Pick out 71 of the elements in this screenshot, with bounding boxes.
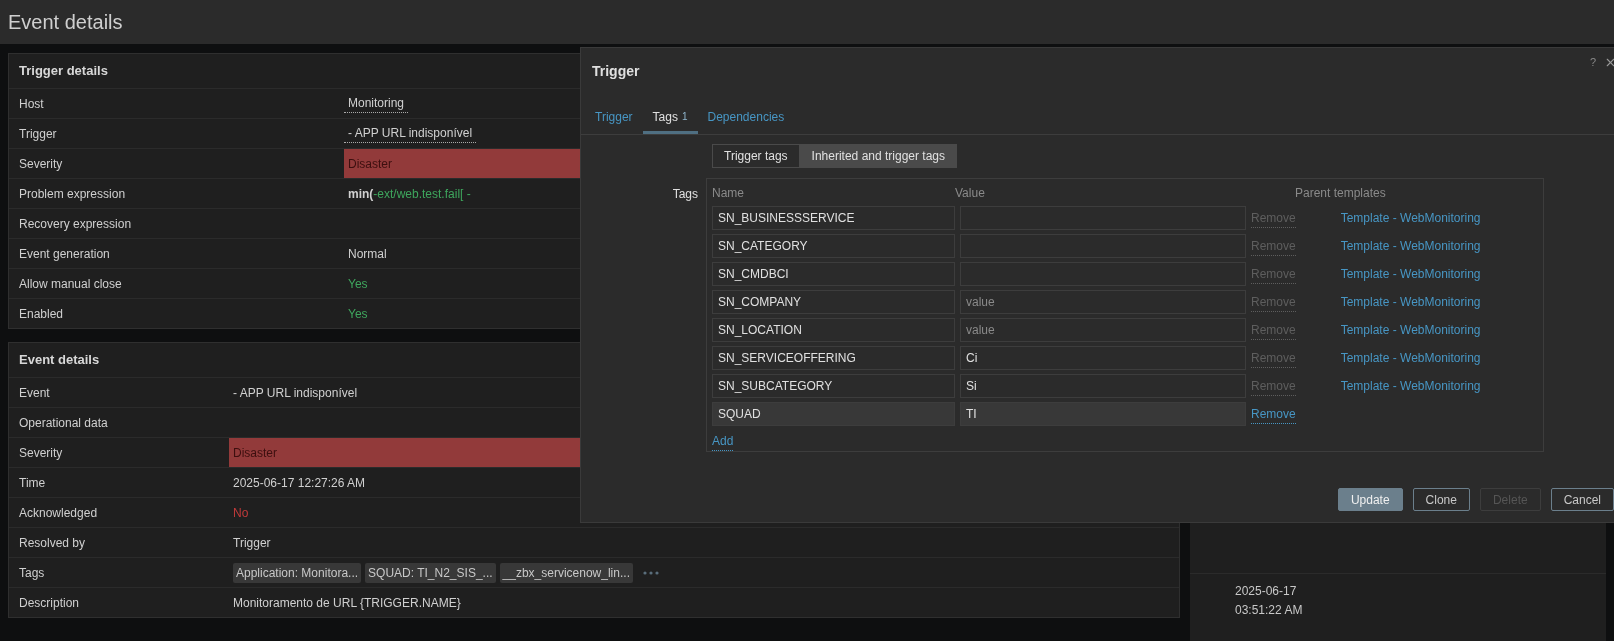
dialog-button[interactable]: Cancel xyxy=(1550,488,1614,511)
segment-button[interactable]: Trigger tags xyxy=(712,144,800,168)
time-text: 2025-06-17 03:51:22 AM xyxy=(1235,583,1304,619)
field-label: Trigger xyxy=(19,125,57,143)
tag-name-field[interactable]: SN_COMPANY xyxy=(712,290,955,314)
column-header: Name xyxy=(712,185,745,202)
tag-value-field[interactable]: TI xyxy=(960,402,1246,426)
field-label: Host xyxy=(19,95,44,113)
template-link[interactable]: Template - WebMonitoring xyxy=(1340,321,1481,339)
tag-chip[interactable]: SQUAD: TI_N2_SIS_... xyxy=(365,562,496,583)
tag-name-field[interactable]: SN_SERVICEOFFERING xyxy=(712,346,955,370)
value-text: - APP URL indisponível xyxy=(232,384,359,402)
dialog-tab[interactable]: Tags 1 xyxy=(642,102,698,134)
dialog-button[interactable]: Clone xyxy=(1412,488,1470,511)
dialog-tab[interactable]: Dependencies xyxy=(697,102,795,134)
field-label: Problem expression xyxy=(19,185,126,203)
add-link[interactable]: Add xyxy=(712,432,734,451)
template-link[interactable]: Template - WebMonitoring xyxy=(1340,209,1481,227)
field-label: Operational data xyxy=(19,414,108,432)
tag-name-field[interactable]: SN_BUSINESSSERVICE xyxy=(712,206,955,230)
tag-name-field[interactable]: SN_CMDBCI xyxy=(712,262,955,286)
field-label: Event generation xyxy=(19,245,110,263)
field-label: Enabled xyxy=(19,305,64,323)
template-link[interactable]: Template - WebMonitoring xyxy=(1340,293,1481,311)
tag-value-field[interactable]: Si xyxy=(960,374,1246,398)
help-button[interactable]: ? xyxy=(1589,54,1596,71)
tag-value-field[interactable]: value xyxy=(960,318,1246,342)
dialog-tab[interactable]: Trigger xyxy=(585,102,643,134)
value-text: Normal xyxy=(347,245,388,263)
segment-button[interactable]: Inherited and trigger tags xyxy=(799,144,957,168)
field-label: Resolved by xyxy=(19,534,86,552)
template-link[interactable]: Template - WebMonitoring xyxy=(1340,265,1481,283)
dialog-button[interactable]: Update xyxy=(1337,488,1403,511)
tag-name-field[interactable]: SN_LOCATION xyxy=(712,318,955,342)
value-text: Trigger xyxy=(232,534,272,552)
template-link[interactable]: Template - WebMonitoring xyxy=(1340,237,1481,255)
tag-name-field[interactable]: SN_SUBCATEGORY xyxy=(712,374,955,398)
status-text: Yes xyxy=(347,305,369,323)
field-label: Severity xyxy=(19,444,63,462)
tag-value-field[interactable]: Ci xyxy=(960,346,1246,370)
tag-chip[interactable]: Application: Monitora... xyxy=(233,562,362,583)
field-label: Severity xyxy=(19,155,63,173)
field-label: Event xyxy=(19,384,50,402)
value-text: 2025-06-17 12:27:26 AM xyxy=(232,474,367,492)
column-header: Value xyxy=(955,185,986,202)
panel-title: Event details xyxy=(19,351,100,370)
field-label: Tags xyxy=(19,564,45,582)
value-text: Monitoramento de URL {TRIGGER.NAME} xyxy=(232,594,462,612)
field-label: Allow manual close xyxy=(19,275,122,293)
tag-name-field[interactable]: SQUAD xyxy=(712,402,955,426)
status-text: No xyxy=(232,504,250,522)
template-link[interactable]: Template - WebMonitoring xyxy=(1340,377,1481,395)
page-title: Event details xyxy=(8,10,123,35)
field-label: Description xyxy=(19,594,80,612)
tag-value-field[interactable]: value xyxy=(960,290,1246,314)
link-text[interactable]: - APP URL indisponível xyxy=(344,124,477,143)
more-icon[interactable] xyxy=(642,569,659,576)
field-label: Acknowledged xyxy=(19,504,98,522)
remove-link[interactable]: Remove xyxy=(1251,404,1296,424)
status-text: Yes xyxy=(347,275,369,293)
tag-name-field[interactable]: SN_CATEGORY xyxy=(712,234,955,258)
field-label: Time xyxy=(19,474,46,492)
panel-title: Trigger details xyxy=(19,62,108,81)
tag-chip[interactable]: __zbx_servicenow_lin... xyxy=(499,562,633,583)
field-label: Tags xyxy=(672,187,698,201)
template-link[interactable]: Template - WebMonitoring xyxy=(1340,349,1481,367)
link-text[interactable]: Monitoring xyxy=(344,94,409,113)
expression-text: min(-ext/web.test.fail[ - xyxy=(347,185,472,203)
field-label: Recovery expression xyxy=(19,215,132,233)
dialog-title: Trigger xyxy=(592,62,640,81)
column-header: Parent templates xyxy=(1295,185,1386,202)
